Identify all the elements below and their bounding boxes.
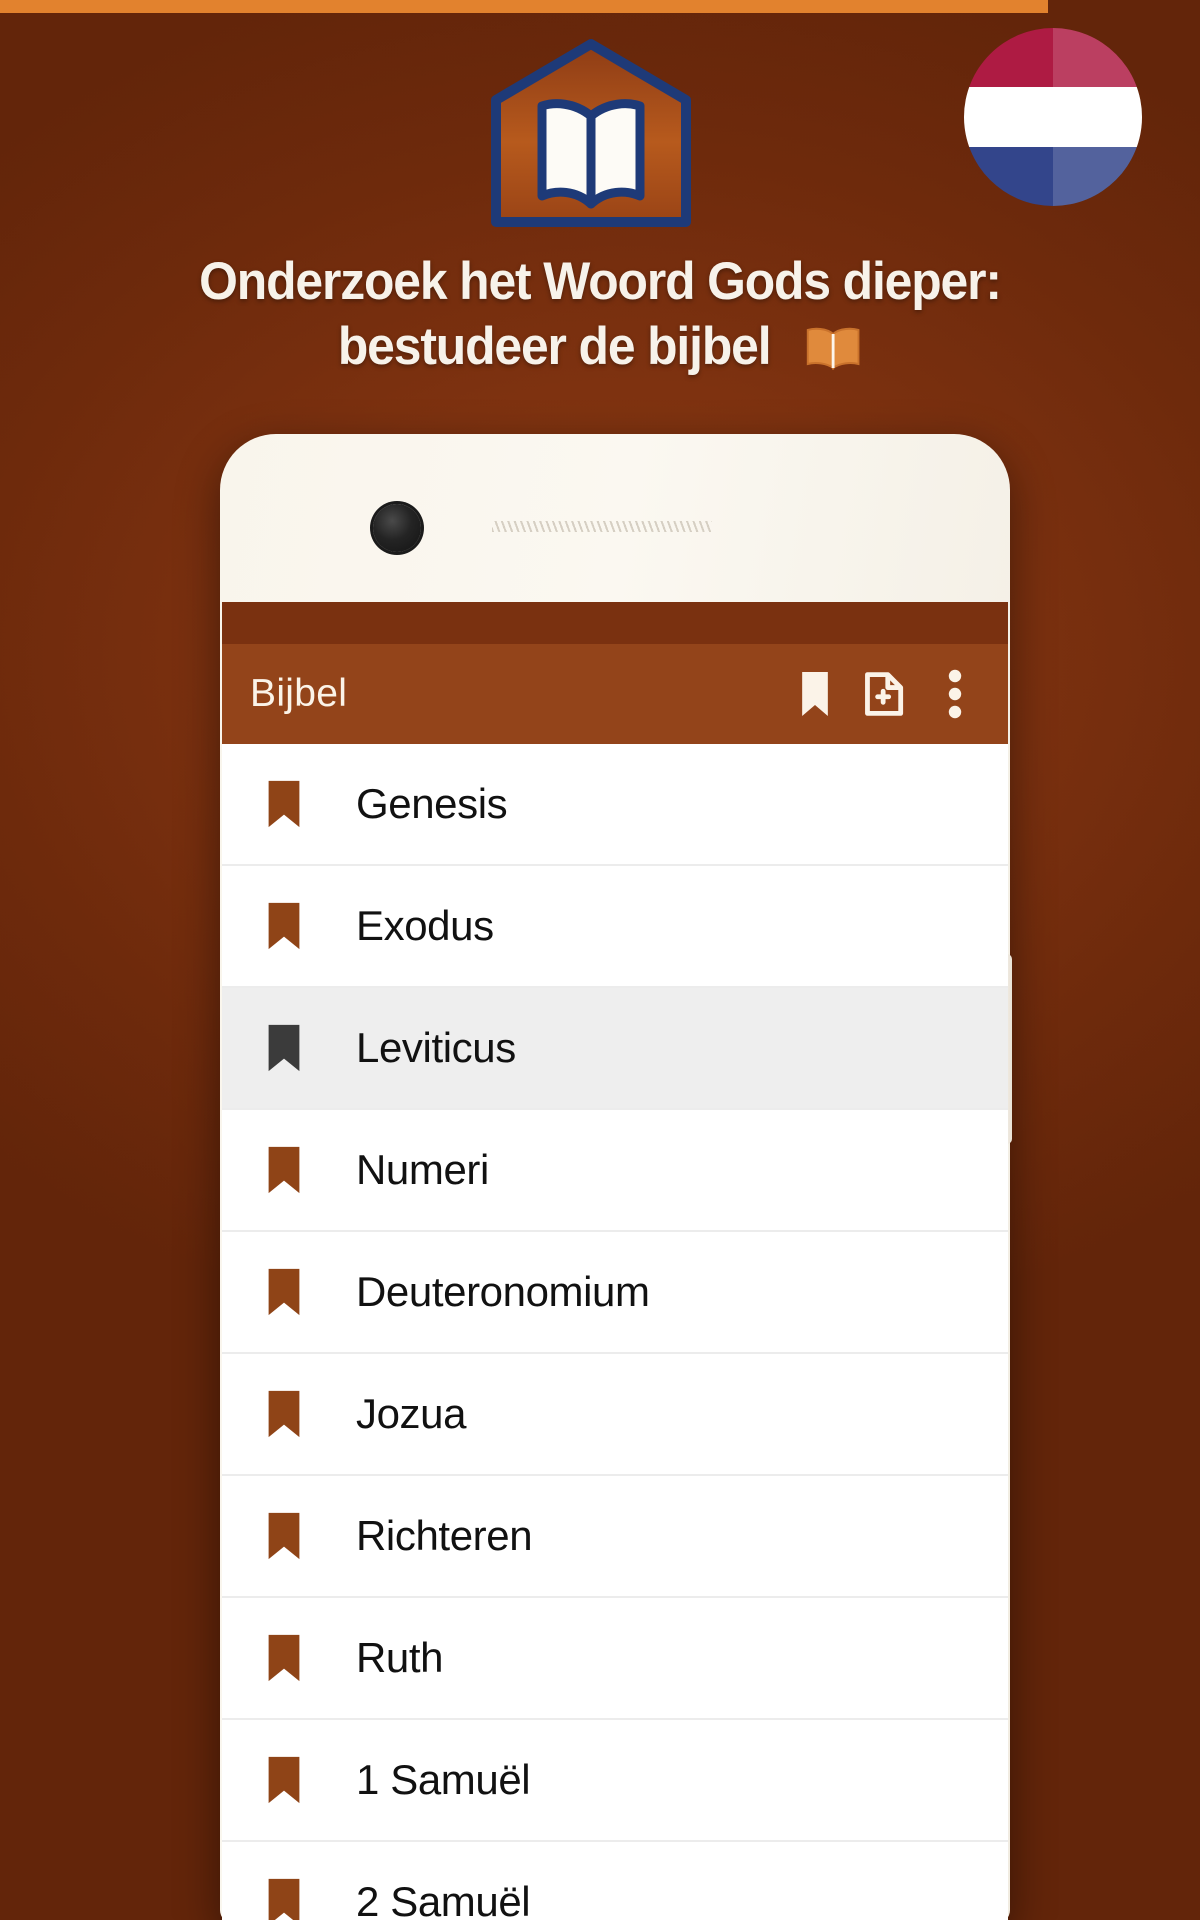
bookmark-icon xyxy=(264,901,304,951)
list-item[interactable]: 2 Samuël xyxy=(222,1842,1008,1920)
list-item-label: 1 Samuël xyxy=(356,1756,531,1803)
list-item-label: Ruth xyxy=(356,1634,444,1681)
netherlands-flag-icon xyxy=(964,28,1142,206)
headline-line-1: Onderzoek het Woord Gods dieper: xyxy=(199,252,1002,311)
front-camera-icon xyxy=(373,504,421,552)
list-item-label: Exodus xyxy=(356,902,494,949)
bookmark-icon xyxy=(264,779,304,829)
headline-line-2: bestudeer de bijbel xyxy=(337,316,772,376)
promo-headline: Onderzoek het Woord Gods dieper: bestude… xyxy=(36,250,1164,379)
list-item-label: 2 Samuël xyxy=(356,1878,531,1920)
book-list[interactable]: Genesis Exodus Leviticus Numeri Deuteronomiu… xyxy=(222,744,1008,1920)
list-item-label: Numeri xyxy=(356,1146,489,1193)
bookmark-icon xyxy=(264,1389,304,1439)
list-item[interactable]: Genesis xyxy=(222,744,1008,866)
list-item[interactable]: Deuteronomium xyxy=(222,1232,1008,1354)
bookmark-icon xyxy=(264,1877,304,1920)
promo-header: Onderzoek het Woord Gods dieper: bestude… xyxy=(0,0,1200,430)
bookmark-button[interactable] xyxy=(784,663,846,725)
list-item-label: Jozua xyxy=(356,1390,467,1437)
more-vert-icon xyxy=(948,669,962,719)
phone-mockup: Bijbel Genesis Exodus Leviticus Numeri D… xyxy=(192,434,1012,1920)
bookmark-icon xyxy=(264,1145,304,1195)
list-item[interactable]: Numeri xyxy=(222,1110,1008,1232)
app-bar-title: Bijbel xyxy=(250,672,348,715)
add-note-button[interactable] xyxy=(854,663,916,725)
list-item-label: Richteren xyxy=(356,1512,533,1559)
bookmark-icon xyxy=(264,1511,304,1561)
list-item-label: Leviticus xyxy=(356,1024,516,1071)
app-bar: Bijbel xyxy=(222,644,1008,744)
bookmark-icon xyxy=(264,1023,304,1073)
overflow-menu-button[interactable] xyxy=(924,663,986,725)
bookmark-icon xyxy=(802,672,828,716)
bookmark-icon xyxy=(264,1267,304,1317)
list-item[interactable]: 1 Samuël xyxy=(222,1720,1008,1842)
bookmark-icon xyxy=(264,1755,304,1805)
list-item-label: Genesis xyxy=(356,780,508,827)
list-item[interactable]: Jozua xyxy=(222,1354,1008,1476)
open-book-house-icon xyxy=(486,38,696,228)
list-item[interactable]: Ruth xyxy=(222,1598,1008,1720)
list-item[interactable]: Richteren xyxy=(222,1476,1008,1598)
flag-sheen xyxy=(1053,28,1142,206)
status-bar xyxy=(222,602,1008,644)
list-item[interactable]: Exodus xyxy=(222,866,1008,988)
earpiece-speaker-icon xyxy=(492,521,712,532)
note-add-icon xyxy=(865,672,904,716)
phone-screen: Bijbel Genesis Exodus Leviticus Numeri D… xyxy=(222,602,1008,1920)
list-item-label: Deuteronomium xyxy=(356,1268,650,1315)
open-book-emoji xyxy=(804,323,862,371)
bookmark-icon xyxy=(264,1633,304,1683)
list-item[interactable]: Leviticus xyxy=(222,988,1008,1110)
